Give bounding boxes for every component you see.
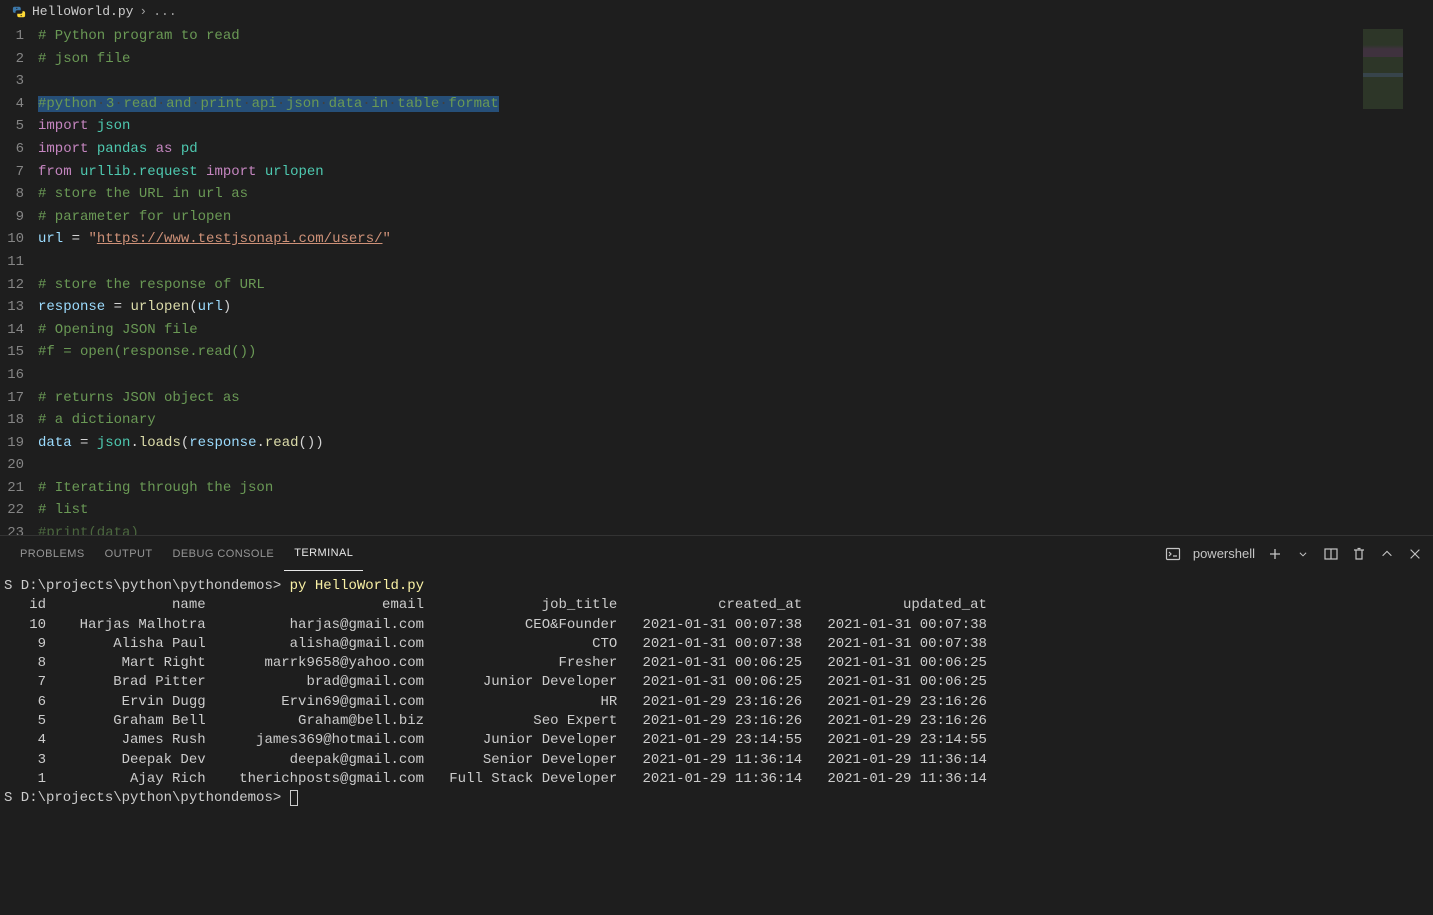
code-line[interactable]: # parameter for urlopen [38,206,1433,229]
terminal-data-row: 7 Brad Pitter brad@gmail.com Junior Deve… [4,673,1429,692]
code-line[interactable]: # json file [38,48,1433,71]
code-line[interactable]: # a dictionary [38,409,1433,432]
code-line[interactable]: import json [38,115,1433,138]
code-line[interactable]: # store the URL in url as [38,183,1433,206]
terminal-icon [1165,546,1181,562]
new-terminal-icon[interactable] [1267,546,1283,562]
code-line[interactable]: data = json.loads(response.read()) [38,432,1433,455]
python-file-icon [12,5,26,19]
code-line[interactable]: # Opening JSON file [38,319,1433,342]
bottom-panel: PROBLEMSOUTPUTDEBUG CONSOLETERMINAL powe… [0,535,1433,915]
terminal-data-row: 3 Deepak Dev deepak@gmail.com Senior Dev… [4,751,1429,770]
code-line[interactable]: #python·3·read·and·print·api·json·data·i… [38,93,1433,116]
panel-tab-output[interactable]: OUTPUT [95,536,163,571]
code-line[interactable]: # list [38,499,1433,522]
code-line[interactable] [38,454,1433,477]
trash-icon[interactable] [1351,546,1367,562]
minimap[interactable] [1363,29,1423,109]
code-line[interactable]: #f = open(response.read()) [38,341,1433,364]
code-line[interactable] [38,70,1433,93]
code-line[interactable] [38,251,1433,274]
chevron-down-icon[interactable] [1295,546,1311,562]
terminal-data-row: 9 Alisha Paul alisha@gmail.com CTO 2021-… [4,635,1429,654]
code-line[interactable]: # store the response of URL [38,274,1433,297]
code-editor[interactable]: 1234567891011121314151617181920212223 # … [0,23,1433,535]
terminal-shell-label[interactable]: powershell [1193,546,1255,561]
code-line[interactable]: url = "https://www.testjsonapi.com/users… [38,228,1433,251]
code-line[interactable]: from urllib.request import urlopen [38,161,1433,184]
terminal-data-row: 5 Graham Bell Graham@bell.biz Seo Expert… [4,712,1429,731]
close-icon[interactable] [1407,546,1423,562]
breadcrumb-file[interactable]: HelloWorld.py [32,4,133,19]
code-content[interactable]: # Python program to read# json file #pyt… [38,23,1433,535]
split-terminal-icon[interactable] [1323,546,1339,562]
panel-tab-debug-console[interactable]: DEBUG CONSOLE [163,536,285,571]
code-line[interactable]: # returns JSON object as [38,387,1433,410]
code-line[interactable]: #print(data) [38,522,1433,535]
code-line[interactable]: # Iterating through the json [38,477,1433,500]
line-number-gutter: 1234567891011121314151617181920212223 [0,23,38,535]
code-line[interactable]: import pandas as pd [38,138,1433,161]
breadcrumb-sep: › [139,4,147,19]
panel-tab-problems[interactable]: PROBLEMS [10,536,95,571]
terminal-data-row: 10 Harjas Malhotra harjas@gmail.com CEO&… [4,616,1429,635]
breadcrumb-more[interactable]: ... [153,4,176,19]
chevron-up-icon[interactable] [1379,546,1395,562]
code-line[interactable]: response = urlopen(url) [38,296,1433,319]
panel-tab-terminal[interactable]: TERMINAL [284,536,363,571]
code-line[interactable]: # Python program to read [38,25,1433,48]
terminal-data-row: 1 Ajay Rich therichposts@gmail.com Full … [4,770,1429,789]
terminal-data-row: 6 Ervin Dugg Ervin69@gmail.com HR 2021-0… [4,693,1429,712]
terminal-data-row: 4 James Rush james369@hotmail.com Junior… [4,731,1429,750]
terminal-data-row: 8 Mart Right marrk9658@yahoo.com Fresher… [4,654,1429,673]
panel-tabbar: PROBLEMSOUTPUTDEBUG CONSOLETERMINAL powe… [0,536,1433,571]
terminal-output[interactable]: S D:\projects\python\pythondemos> py Hel… [0,571,1433,915]
breadcrumb[interactable]: HelloWorld.py › ... [0,0,1433,23]
code-line[interactable] [38,364,1433,387]
